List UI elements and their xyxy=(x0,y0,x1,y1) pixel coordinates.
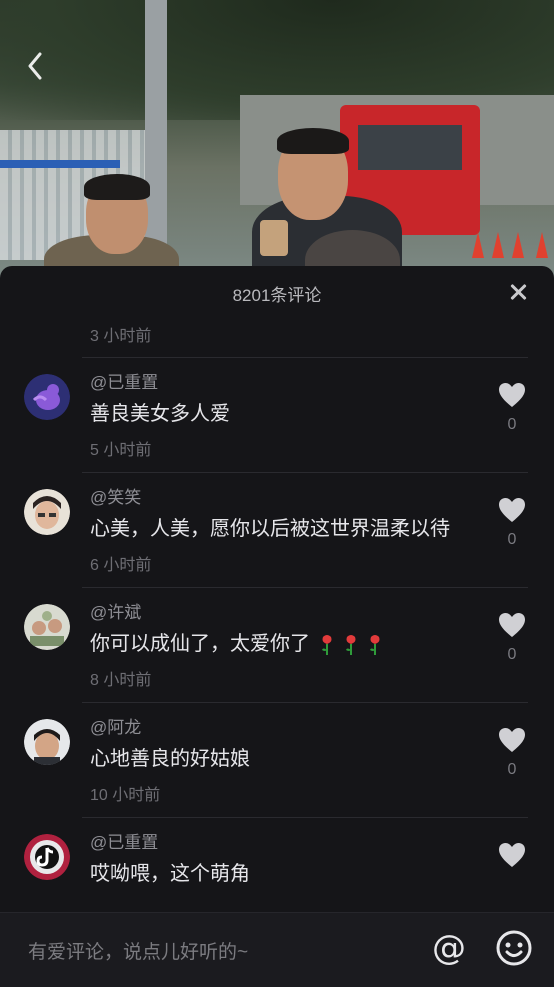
comment-author[interactable]: @许斌 xyxy=(90,602,528,624)
screen: 8201条评论 3 小时前 @已重置 善良美女多人爱 5 小时前 0 @笑笑 心… xyxy=(0,0,554,987)
comment-time: 10 小时前 xyxy=(90,787,161,804)
comment-author[interactable]: @已重置 xyxy=(90,372,528,394)
video-background[interactable] xyxy=(0,0,554,280)
rose-icon xyxy=(370,634,380,655)
comment-text-content: 你可以成仙了，太爱你了 xyxy=(90,633,310,655)
comment-item[interactable]: @阿龙 心地善良的好姑娘 10 小时前 0 xyxy=(24,703,530,818)
panel-header: 8201条评论 xyxy=(0,266,554,320)
rose-icon xyxy=(346,634,356,655)
traffic-cone xyxy=(536,232,548,258)
comment-item[interactable]: @笑笑 心美，人美，愿你以后被这世界温柔以待 6 小时前 0 xyxy=(24,473,530,588)
heart-icon xyxy=(499,728,525,752)
comment-author[interactable]: @阿龙 xyxy=(90,717,528,739)
comment-input-bar: 有爱评论，说点儿好听的~ @ xyxy=(0,912,554,987)
comment-time: 6 小时前 xyxy=(90,557,152,574)
comment-item[interactable]: @已重置 善良美女多人爱 5 小时前 0 xyxy=(24,358,530,473)
like-button[interactable]: 0 xyxy=(494,497,530,549)
rose-icon xyxy=(322,634,332,655)
chevron-left-icon xyxy=(28,52,42,80)
comment-text: 心美，人美，愿你以后被这世界温柔以待 xyxy=(90,518,450,540)
close-button[interactable] xyxy=(506,280,530,304)
person-left-hair xyxy=(84,174,150,200)
heart-icon xyxy=(499,383,525,407)
person-middle-hair xyxy=(277,128,349,154)
comment-text: 心地善良的好姑娘 xyxy=(90,748,250,770)
back-button[interactable] xyxy=(22,48,50,84)
comment-text: 你可以成仙了，太爱你了 xyxy=(90,630,528,658)
comment-time: 3 小时前 xyxy=(90,328,152,345)
emoji-button[interactable] xyxy=(495,929,533,967)
avatar[interactable] xyxy=(24,719,70,765)
avatar[interactable] xyxy=(24,489,70,535)
comment-text: 善良美女多人爱 xyxy=(90,403,230,425)
like-count: 0 xyxy=(507,531,517,548)
comment-author[interactable]: @已重置 xyxy=(90,832,528,854)
heart-icon xyxy=(499,843,525,867)
heart-icon xyxy=(499,498,525,522)
like-button[interactable]: 0 xyxy=(494,727,530,779)
comments-panel: 8201条评论 3 小时前 @已重置 善良美女多人爱 5 小时前 0 @笑笑 心… xyxy=(0,266,554,987)
like-count: 0 xyxy=(507,646,517,663)
traffic-cone xyxy=(512,232,524,258)
heart-icon xyxy=(499,613,525,637)
phone-in-hand xyxy=(260,220,288,256)
pole xyxy=(145,0,167,260)
traffic-cone xyxy=(472,232,484,258)
at-icon: @ xyxy=(432,928,466,968)
comment-item[interactable]: @许斌 你可以成仙了，太爱你了 8 小时前 0 xyxy=(24,588,530,703)
mention-button[interactable]: @ xyxy=(430,929,468,967)
like-button[interactable]: 0 xyxy=(494,382,530,434)
comment-text: 哎呦喂，这个萌角 xyxy=(90,863,250,885)
comment-count-title: 8201条评论 xyxy=(232,285,322,305)
avatar[interactable] xyxy=(24,604,70,650)
like-button[interactable]: 0 xyxy=(494,612,530,664)
blue-rail xyxy=(0,160,120,168)
comment-time: 8 小时前 xyxy=(90,672,152,689)
avatar[interactable] xyxy=(24,834,70,880)
like-count: 0 xyxy=(507,761,517,778)
avatar[interactable] xyxy=(24,374,70,420)
previous-comment-tail: 3 小时前 xyxy=(0,320,554,358)
smiley-icon xyxy=(496,930,532,966)
truck-window xyxy=(358,125,462,170)
like-button[interactable] xyxy=(494,842,530,868)
comment-author[interactable]: @笑笑 xyxy=(90,487,528,509)
like-count: 0 xyxy=(507,416,517,433)
traffic-cone xyxy=(492,232,504,258)
comment-input[interactable]: 有爱评论，说点儿好听的~ xyxy=(28,937,248,964)
comment-time: 5 小时前 xyxy=(90,442,152,459)
